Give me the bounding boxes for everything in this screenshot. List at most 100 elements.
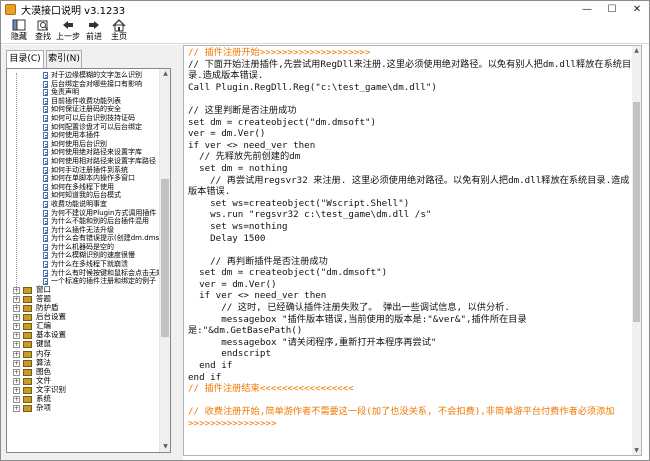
close-button[interactable]: ✕	[626, 1, 648, 17]
tree-scroll-thumb[interactable]	[161, 179, 169, 337]
tree-topic-label: 如何使用相对路径来设置字库路径	[51, 156, 156, 165]
code-line: // 下面开始注册插件,先尝试用RegDll来注册.这里必须使用绝对路径。以免有…	[188, 58, 632, 82]
tree-folder-item[interactable]: + 图色	[7, 366, 159, 377]
tree-topic-label: 如何知道我的后台模式	[51, 191, 121, 200]
tree-topic-item[interactable]: 为什么插件无法升级	[7, 226, 159, 235]
tree-topic-label: 对于边缘模糊的文字怎么识别	[51, 71, 142, 79]
tree-topic-item[interactable]: 如何配置诊盘才可以后台绑定	[7, 123, 159, 132]
tree-topic-item[interactable]: 如何保证注册码的安全	[7, 105, 159, 114]
scroll-up-arrow-icon[interactable]: ▲	[160, 69, 170, 79]
code-line: end if	[188, 360, 233, 372]
tree-folder-label: 键鼠	[36, 339, 51, 349]
expand-icon[interactable]: +	[13, 395, 20, 403]
window-title: 大漠接口说明 v3.1233	[21, 6, 126, 17]
expand-icon[interactable]: +	[13, 314, 20, 322]
document-icon	[43, 200, 48, 208]
code-line: // 这里判断是否注册成功	[188, 104, 297, 116]
document-icon	[43, 132, 48, 140]
document-icon	[43, 252, 48, 260]
document-icon	[43, 106, 48, 114]
tree-topic-item[interactable]: 对于边缘模糊的文字怎么识别	[7, 71, 159, 80]
tree-topic-item[interactable]: 一个标准的插件注册和绑定的例子	[7, 277, 159, 286]
tree-topic-label: 收费功能说明事宜	[51, 199, 107, 208]
content-scroll-down-arrow-icon[interactable]: ▼	[632, 446, 641, 455]
expand-icon[interactable]: +	[13, 405, 20, 413]
expand-icon[interactable]: +	[13, 377, 20, 385]
tree-topic-label: 如何保证注册码的安全	[51, 105, 121, 114]
document-icon	[43, 149, 48, 157]
book-icon	[23, 295, 32, 303]
content-scroll-thumb[interactable]	[633, 102, 640, 322]
tree-topic-item[interactable]: 如何手动注册插件到系统	[7, 166, 159, 175]
expand-icon[interactable]: +	[13, 286, 20, 294]
tree-scrollbar[interactable]: ▲ ▼	[159, 69, 170, 452]
tree-folder-item[interactable]: + 答题	[7, 294, 159, 304]
tree-topic-item[interactable]: 为什么会有错误提示(创建dm.dmsoft对象失败)	[7, 234, 170, 243]
tree-topic-item[interactable]: 如何使用相对路径来设置字库路径	[7, 157, 159, 166]
expand-icon[interactable]: +	[13, 368, 20, 376]
code-line: // 这时, 已经确认插件注册失败了。 弹出一些调试信息, 以供分析.	[188, 302, 510, 314]
code-line: ver = dm.Ver()	[188, 278, 277, 290]
expand-icon[interactable]: +	[13, 359, 20, 367]
tree-folder-item[interactable]: + 文件	[7, 376, 159, 386]
tree-topic-item[interactable]: 如何使用绝对路径来设置字库	[7, 148, 159, 157]
tree-folder-item[interactable]: + 系统	[7, 394, 159, 404]
code-line: if ver <> need_ver then	[188, 139, 316, 151]
tree-topic-item[interactable]: 为什么模糊识别的速度很慢	[7, 251, 159, 260]
tree-topic-item[interactable]: 如何知道我的后台模式	[7, 191, 159, 200]
expand-icon[interactable]: +	[13, 341, 20, 349]
content-scroll-up-arrow-icon[interactable]: ▲	[632, 46, 641, 55]
book-icon	[23, 305, 32, 313]
tree-folder-item[interactable]: + 后台设置	[7, 313, 159, 322]
tree-topic-item[interactable]: 如何在单脚本内操作多窗口	[7, 174, 159, 183]
minimize-button[interactable]: —	[576, 1, 598, 17]
scroll-down-arrow-icon[interactable]: ▼	[160, 442, 170, 452]
tree-topic-item[interactable]: 免责声明	[7, 88, 159, 97]
code-line: set dm = createobject("dm.dmsoft")	[188, 267, 388, 279]
forward-button[interactable]: 前进	[82, 18, 106, 44]
tab-index[interactable]: 索引(N)	[46, 50, 82, 68]
content-scrollbar[interactable]: ▲ ▼	[632, 46, 641, 455]
hide-button[interactable]: 隐藏	[7, 18, 31, 44]
tree-folder-item[interactable]: + 防护盾	[7, 303, 159, 313]
document-icon	[43, 175, 48, 183]
maximize-button[interactable]: ☐	[601, 1, 623, 17]
tree-topic-item[interactable]: 为什么有时候按键和鼠标会点击无效	[7, 269, 163, 278]
tree-folder-label: 图色	[36, 366, 51, 376]
tree-topic-item[interactable]: 为什么不能和别的后台插件混用	[7, 217, 159, 226]
tab-contents[interactable]: 目录(C)	[6, 50, 44, 69]
tree-folder-item[interactable]: + 算法	[7, 358, 159, 368]
contents-tree[interactable]: 对于边缘模糊的文字怎么识别 后台绑定会对哪些接口有影响 免责声明 目前插件收费功能列表…	[6, 68, 171, 453]
find-label: 查找	[35, 32, 51, 41]
document-icon	[43, 97, 48, 105]
tree-topic-item[interactable]: 收费功能说明事宜	[7, 200, 159, 209]
tree-topic-item[interactable]: 后台绑定会对哪些接口有影响	[7, 80, 159, 89]
tree-topic-item[interactable]: 如何可以后台识别技持证码	[7, 114, 159, 123]
expand-icon[interactable]: +	[13, 350, 20, 358]
tree-topic-item[interactable]: 如何使用本插件	[7, 131, 159, 140]
document-icon	[43, 192, 48, 200]
expand-icon[interactable]: +	[13, 332, 20, 340]
find-button[interactable]: 查找	[31, 18, 55, 44]
expand-icon[interactable]: +	[13, 295, 20, 303]
tree-folder-item[interactable]: + 内存	[7, 349, 159, 359]
expand-icon[interactable]: +	[13, 305, 20, 313]
home-button[interactable]: 主页	[107, 18, 131, 44]
tree-folder-item[interactable]: + 文字识别	[7, 385, 159, 395]
expand-icon[interactable]: +	[13, 323, 20, 331]
tree-topic-item[interactable]: 为何不建议用Plugin方式调用插件	[7, 209, 159, 218]
tree-folder-item[interactable]: + 基本设置	[7, 331, 159, 340]
back-button[interactable]: 上一步	[56, 18, 80, 44]
pane-splitter[interactable]	[176, 45, 183, 460]
code-sample: // 插件注册开始>>>>>>>>>>>>>>>>>>>>// 下面开始注册插件…	[188, 47, 634, 430]
book-icon	[23, 377, 32, 385]
tree-folder-item[interactable]: + 键鼠	[7, 340, 159, 349]
tree-folder-item[interactable]: + 杂项	[7, 403, 159, 413]
tree-folder-item[interactable]: + 窗口	[7, 285, 159, 295]
navigation-pane: 目录(C) 索引(N) 对于边缘模糊的文字怎么识别 后台绑定会对哪些接口有影响 免责…	[1, 45, 176, 460]
tree-folder-item[interactable]: + 汇编	[7, 322, 159, 331]
expand-icon[interactable]: +	[13, 386, 20, 394]
tree-topic-item[interactable]: 为什么在多线程下就崩溃	[7, 260, 159, 269]
book-icon	[23, 350, 32, 358]
